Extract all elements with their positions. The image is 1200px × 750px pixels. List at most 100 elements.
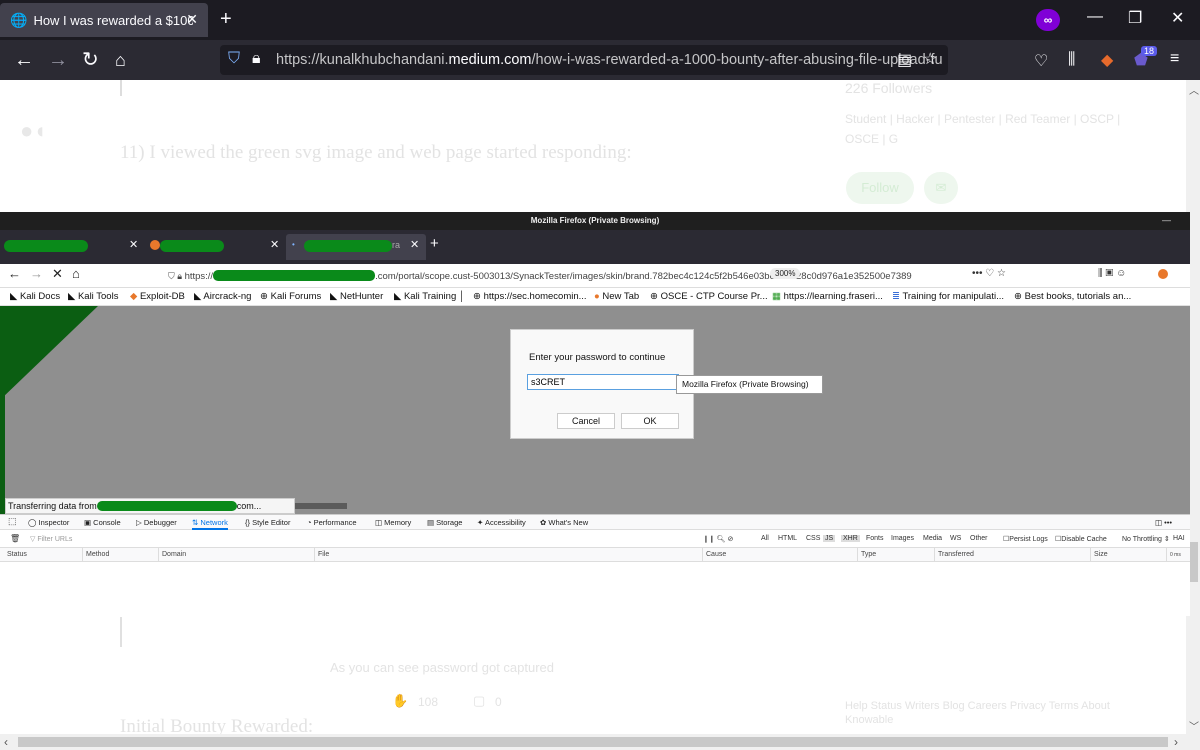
filter-css[interactable]: CSS	[806, 535, 820, 542]
home-button[interactable]: ⌂	[115, 48, 126, 72]
tab-network[interactable]: ⇅ Network	[192, 518, 228, 530]
bookmark-osce[interactable]: ⊕ OSCE - CTP Course Pr...	[650, 291, 768, 302]
inner-tab-close-icon[interactable]: ✕	[410, 238, 419, 251]
inner-stop-button[interactable]: ✕	[52, 266, 63, 282]
filter-other[interactable]: Other	[970, 535, 988, 542]
outer-active-tab[interactable]: 🌐 How I was rewarded a $1000 bo ✕	[0, 3, 208, 37]
restore-button[interactable]: ❐	[1128, 8, 1142, 28]
zoom-level[interactable]: 300%	[770, 268, 801, 279]
bookmark-training[interactable]: ≣ Training for manipulati...	[892, 291, 1004, 302]
forward-button[interactable]: →	[48, 48, 68, 72]
scroll-down-icon[interactable]: ﹀	[1189, 718, 1199, 733]
bookmark-new-tab[interactable]: ● New Tab	[594, 291, 639, 302]
shield-icon[interactable]: ⛉	[168, 271, 177, 281]
page-actions-icon[interactable]: ••• ♡ ☆	[972, 268, 1006, 279]
col-timing[interactable]: 0 ms	[1166, 548, 1181, 562]
reload-button[interactable]: ↻	[82, 48, 99, 72]
inner-tab-1[interactable]: ✕	[2, 234, 144, 260]
devtools-options-icon[interactable]: ◫ •••	[1155, 518, 1172, 527]
tab-performance[interactable]: ◔ Performance	[307, 518, 357, 527]
col-cause[interactable]: Cause	[702, 548, 726, 562]
bookmark-star-icon[interactable]: ☆	[923, 49, 937, 69]
lock-icon[interactable]: 🔒︎	[252, 50, 261, 68]
filter-js[interactable]: JS	[823, 535, 836, 542]
subscribe-mail-icon[interactable]: ✉	[924, 172, 958, 204]
inner-extension-icon[interactable]	[1158, 269, 1168, 279]
bookmark-learning[interactable]: ▦ https://learning.fraseri...	[772, 291, 883, 302]
menu-icon[interactable]: ≡	[1170, 50, 1179, 68]
horizontal-scrollbar[interactable]: ‹ ›	[0, 734, 1200, 750]
bookmark-kali-training[interactable]: ◣ Kali Training │	[394, 291, 465, 302]
tab-memory[interactable]: ◫ Memory	[375, 518, 411, 527]
shield-icon[interactable]: ⛉	[228, 50, 240, 68]
throttling-select[interactable]: No Throttling ⇕	[1122, 535, 1170, 543]
inner-forward-button[interactable]: →	[30, 266, 43, 281]
response-icon[interactable]: ▢	[473, 693, 485, 709]
outer-url-bar[interactable]: ⛉ 🔒︎ https://kunalkhubchandani. medium.co…	[220, 45, 948, 75]
tab-console[interactable]: ▣ Console	[84, 518, 121, 527]
bookmark-nethunter[interactable]: ◣ NetHunter	[330, 291, 383, 302]
back-button[interactable]: ←	[14, 48, 34, 72]
bookmark-sec-homecoming[interactable]: ⊕ https://sec.homecomin...	[473, 291, 587, 302]
filter-xhr[interactable]: XHR	[841, 535, 860, 542]
scroll-left-icon[interactable]: ‹	[4, 735, 8, 749]
h-scrollbar-thumb[interactable]	[18, 737, 1168, 747]
close-window-button[interactable]: ✕	[1171, 8, 1184, 28]
tab-whats-new[interactable]: ✿ What's New	[540, 518, 588, 527]
inner-tab-2[interactable]: ✕	[146, 234, 284, 260]
inner-home-button[interactable]: ⌂	[72, 266, 80, 281]
medium-logo[interactable]: ●◖	[20, 118, 47, 144]
inner-library-icon[interactable]: ⫼ ▣ ☺	[1098, 268, 1126, 279]
filter-fonts[interactable]: Fonts	[866, 535, 884, 542]
lock-icon[interactable]: 🔒︎	[177, 271, 184, 281]
footer-links[interactable]: Help Status Writers Blog Careers Privacy…	[845, 700, 1110, 712]
pocket-icon[interactable]: ♡	[1034, 51, 1048, 71]
inner-back-button[interactable]: ←	[8, 266, 21, 281]
new-tab-button[interactable]: +	[220, 8, 232, 30]
tab-debugger[interactable]: ▷ Debugger	[136, 518, 177, 527]
follow-button[interactable]: Follow	[846, 172, 914, 204]
filter-ws[interactable]: WS	[950, 535, 961, 542]
inner-tab-close-icon[interactable]: ✕	[270, 238, 279, 251]
filter-media[interactable]: Media	[923, 535, 942, 542]
filter-images[interactable]: Images	[891, 535, 914, 542]
inner-tab-3-active[interactable]: • ra ✕	[286, 234, 426, 260]
clap-icon[interactable]: ✋	[392, 693, 408, 709]
col-status[interactable]: Status	[4, 548, 27, 562]
pause-search-block-icons[interactable]: ❙❙ 🔍︎ ⊘	[703, 535, 733, 543]
tab-accessibility[interactable]: ✦ Accessibility	[477, 518, 526, 527]
ok-button[interactable]: OK	[621, 413, 679, 429]
bookmark-aircrack[interactable]: ◣ Aircrack-ng	[194, 291, 251, 302]
inner-tab-close-icon[interactable]: ✕	[129, 238, 138, 251]
disable-cache-checkbox[interactable]: ☐Disable Cache	[1055, 535, 1107, 543]
bookmark-kali-forums[interactable]: ⊕ Kali Forums	[260, 291, 321, 302]
filter-urls-input[interactable]: ▽ Filter URLs	[30, 535, 72, 543]
col-domain[interactable]: Domain	[158, 548, 186, 562]
inner-minimize-icon[interactable]: —	[1162, 215, 1171, 225]
pick-element-icon[interactable]: ⬚	[8, 516, 17, 527]
filter-all[interactable]: All	[761, 535, 769, 542]
bookmark-kali-docs[interactable]: ◣ Kali Docs	[10, 291, 60, 302]
close-tab-icon[interactable]: ✕	[186, 11, 198, 28]
inner-new-tab-button[interactable]: +	[430, 235, 439, 252]
password-input[interactable]: s3CRET	[527, 374, 679, 390]
footer-links-2[interactable]: Knowable	[845, 714, 893, 726]
bookmark-kali-tools[interactable]: ◣ Kali Tools	[68, 291, 118, 302]
persist-logs-checkbox[interactable]: ☐Persist Logs	[1003, 535, 1048, 543]
tab-storage[interactable]: ▤ Storage	[427, 518, 462, 527]
cancel-button[interactable]: Cancel	[557, 413, 615, 429]
filter-html[interactable]: HTML	[778, 535, 797, 542]
minimize-button[interactable]: —	[1087, 8, 1103, 26]
extension-fox-icon[interactable]: ◆	[1101, 50, 1113, 70]
tab-inspector[interactable]: ◯ Inspector	[28, 518, 69, 527]
col-size[interactable]: Size	[1090, 548, 1108, 562]
inner-url-bar[interactable]: ⛉ 🔒︎ https:// .com/portal/scope.cust-5003…	[158, 266, 988, 286]
bookmark-exploit-db[interactable]: ◆ Exploit-DB	[130, 291, 185, 302]
scroll-right-icon[interactable]: ›	[1174, 735, 1178, 749]
trash-icon[interactable]: 🗑︎	[10, 534, 20, 543]
library-icon[interactable]: ⫼	[1068, 51, 1075, 69]
bookmark-best-books[interactable]: ⊕ Best books, tutorials an...	[1014, 291, 1131, 302]
col-method[interactable]: Method	[82, 548, 109, 562]
reader-view-icon[interactable]: ▤	[897, 50, 912, 70]
col-file[interactable]: File	[314, 548, 329, 562]
